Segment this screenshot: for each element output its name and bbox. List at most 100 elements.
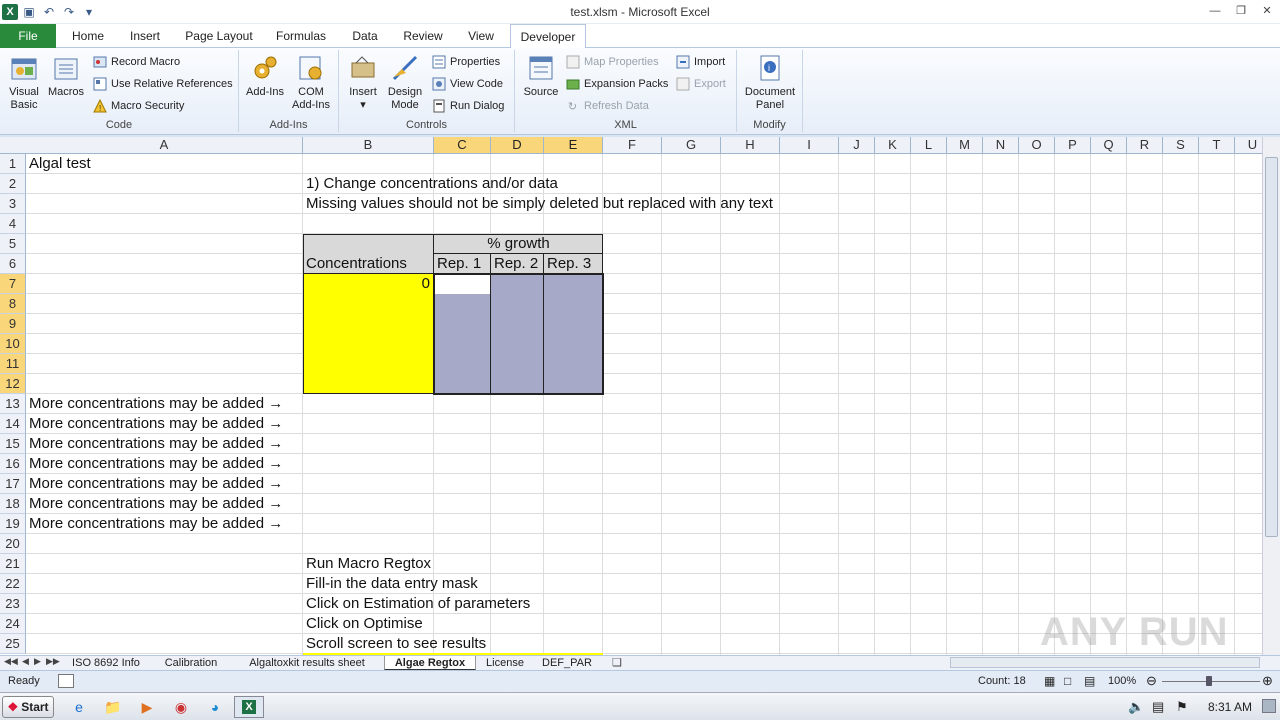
row-header-23[interactable]: 23 — [0, 594, 26, 614]
next-sheet-icon[interactable]: ▶ — [34, 656, 41, 667]
addins-button[interactable]: Add-Ins — [245, 52, 285, 99]
cell-b22[interactable]: Fill-in the data entry mask — [303, 574, 478, 594]
row-header-5[interactable]: 5 — [0, 234, 26, 254]
start-button[interactable]: ❖ Start — [2, 696, 54, 718]
horizontal-scrollbar[interactable] — [950, 657, 1260, 668]
media-player-icon[interactable]: ▶ — [134, 696, 160, 718]
show-desktop-button[interactable] — [1262, 699, 1276, 713]
row-header-11[interactable]: 11 — [0, 354, 26, 374]
tab-developer[interactable]: Developer — [510, 24, 586, 49]
tab-page-layout[interactable]: Page Layout — [180, 24, 258, 48]
cell-a19[interactable]: More concentrations may be added → — [26, 514, 283, 534]
sheet-tab-algae-regtox[interactable]: Algae Regtox — [384, 656, 476, 671]
row-header-13[interactable]: 13 — [0, 394, 26, 414]
cell-e6[interactable]: Rep. 3 — [544, 254, 591, 274]
first-sheet-icon[interactable]: ◀◀ — [4, 656, 18, 667]
row-header-17[interactable]: 17 — [0, 474, 26, 494]
cell-b6[interactable]: Concentrations — [303, 254, 407, 274]
sheet-tab-iso-8692-info[interactable]: ISO 8692 Info — [62, 656, 150, 671]
save-icon[interactable]: ▣ — [20, 3, 38, 21]
cell-a17[interactable]: More concentrations may be added → — [26, 474, 283, 494]
source-button[interactable]: Source — [519, 52, 563, 99]
row-header-2[interactable]: 2 — [0, 174, 26, 194]
column-header-e[interactable]: E — [544, 137, 603, 153]
zoom-in-icon[interactable]: ⊕ — [1262, 673, 1273, 689]
macros-button[interactable]: Macros — [46, 52, 86, 99]
sheet-tab-license[interactable]: License — [480, 656, 530, 671]
com-addins-button[interactable]: COM Add-Ins — [289, 52, 333, 112]
row-header-8[interactable]: 8 — [0, 294, 26, 314]
insert-sheet-icon[interactable]: ❏ — [612, 656, 622, 669]
row-header-14[interactable]: 14 — [0, 414, 26, 434]
row-header-19[interactable]: 19 — [0, 514, 26, 534]
zoom-slider-thumb[interactable] — [1206, 676, 1212, 686]
volume-icon[interactable]: 🔈 — [1128, 699, 1144, 715]
row-header-3[interactable]: 3 — [0, 194, 26, 214]
view-code-button[interactable]: View Code — [431, 75, 503, 93]
column-header-f[interactable]: F — [603, 137, 662, 153]
visual-basic-button[interactable]: Visual Basic — [2, 52, 46, 112]
column-header-i[interactable]: I — [780, 137, 839, 153]
column-header-q[interactable]: Q — [1091, 137, 1127, 153]
page-break-view-icon[interactable]: ▤ — [1084, 674, 1095, 688]
macro-record-status-icon[interactable] — [58, 674, 74, 688]
excel-taskbar-icon[interactable]: X — [234, 696, 264, 718]
worksheet-grid[interactable]: Algal test 1) Change concentrations and/… — [26, 154, 1262, 655]
clock[interactable]: 8:31 AM — [1208, 700, 1252, 714]
cell-b21[interactable]: Run Macro Regtox — [303, 554, 431, 574]
column-header-h[interactable]: H — [721, 137, 780, 153]
column-header-o[interactable]: O — [1019, 137, 1055, 153]
map-properties-button[interactable]: Map Properties — [565, 53, 659, 71]
use-relative-references-button[interactable]: Use Relative References — [92, 75, 233, 93]
edge-icon[interactable]: ◕ — [202, 696, 228, 718]
import-button[interactable]: Import — [675, 53, 725, 71]
row-header-1[interactable]: 1 — [0, 154, 26, 174]
cell-d6[interactable]: Rep. 2 — [491, 254, 538, 274]
cell-b7[interactable]: 0 — [303, 274, 433, 294]
column-header-g[interactable]: G — [662, 137, 721, 153]
tab-view[interactable]: View — [460, 24, 502, 48]
column-header-k[interactable]: K — [875, 137, 911, 153]
column-header-a[interactable]: A — [26, 137, 303, 153]
cell-b23[interactable]: Click on Estimation of parameters — [303, 594, 530, 614]
row-header-24[interactable]: 24 — [0, 614, 26, 634]
excel-logo-icon[interactable]: X — [2, 3, 18, 20]
run-dialog-button[interactable]: Run Dialog — [431, 97, 504, 115]
cell-b2[interactable]: 1) Change concentrations and/or data — [303, 174, 558, 194]
explorer-icon[interactable]: 📁 — [100, 696, 126, 718]
vertical-scrollbar[interactable] — [1262, 137, 1280, 655]
cell-c6[interactable]: Rep. 1 — [434, 254, 481, 274]
row-header-10[interactable]: 10 — [0, 334, 26, 354]
normal-view-icon[interactable]: ▦ — [1044, 674, 1055, 688]
row-header-15[interactable]: 15 — [0, 434, 26, 454]
sheet-tab-algaltoxkit-results[interactable]: Algaltoxkit results sheet — [236, 656, 378, 671]
document-panel-button[interactable]: i Document Panel — [741, 52, 799, 112]
row-header-16[interactable]: 16 — [0, 454, 26, 474]
last-sheet-icon[interactable]: ▶▶ — [46, 656, 60, 667]
flag-icon[interactable]: ⚑ — [1176, 699, 1188, 715]
tab-home[interactable]: Home — [66, 24, 110, 48]
row-header-6[interactable]: 6 — [0, 254, 26, 274]
zoom-level[interactable]: 100% — [1108, 675, 1136, 687]
cell-a1[interactable]: Algal test — [26, 154, 91, 174]
restore-icon[interactable]: ❐ — [1228, 2, 1254, 19]
tab-formulas[interactable]: Formulas — [270, 24, 332, 48]
ie-icon[interactable]: e — [66, 696, 92, 718]
tab-review[interactable]: Review — [398, 24, 448, 48]
column-header-n[interactable]: N — [983, 137, 1019, 153]
zoom-out-icon[interactable]: ⊖ — [1146, 673, 1157, 689]
column-header-t[interactable]: T — [1199, 137, 1235, 153]
row-header-4[interactable]: 4 — [0, 214, 26, 234]
column-header-d[interactable]: D — [491, 137, 544, 153]
redo-icon[interactable]: ↷ — [60, 3, 78, 21]
refresh-data-button[interactable]: ↻ Refresh Data — [565, 97, 649, 115]
column-header-c[interactable]: C — [434, 137, 491, 153]
cell-a15[interactable]: More concentrations may be added → — [26, 434, 283, 454]
column-header-m[interactable]: M — [947, 137, 983, 153]
column-header-l[interactable]: L — [911, 137, 947, 153]
cell-b24[interactable]: Click on Optimise — [303, 614, 423, 634]
column-header-r[interactable]: R — [1127, 137, 1163, 153]
properties-button[interactable]: Properties — [431, 53, 500, 71]
export-button[interactable]: Export — [675, 75, 726, 93]
tab-insert[interactable]: Insert — [122, 24, 168, 48]
